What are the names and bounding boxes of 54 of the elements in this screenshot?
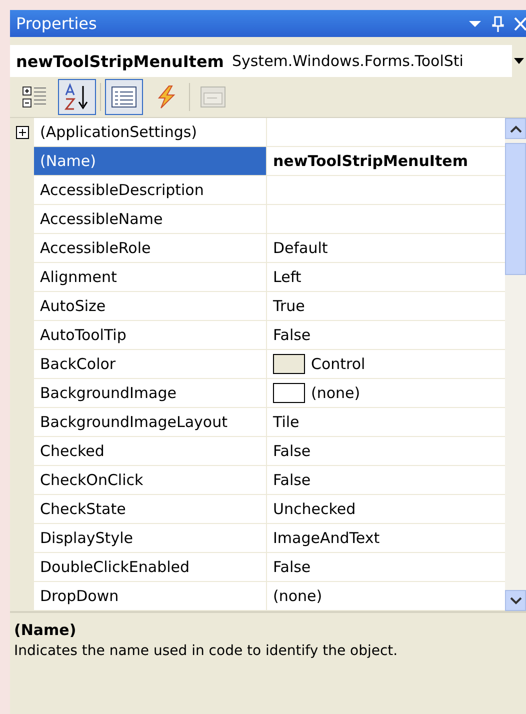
property-name[interactable]: CheckState xyxy=(34,495,267,524)
property-value[interactable]: False xyxy=(267,437,505,466)
property-name[interactable]: BackgroundImageLayout xyxy=(34,408,267,437)
property-value[interactable]: (none) xyxy=(267,582,505,611)
expand-icon[interactable] xyxy=(16,126,28,139)
property-value[interactable]: False xyxy=(267,321,505,350)
window-title: Properties xyxy=(16,14,98,33)
lightning-icon xyxy=(155,85,177,109)
pin-icon[interactable] xyxy=(492,16,504,32)
property-name[interactable]: AccessibleDescription xyxy=(34,176,267,205)
description-text: Indicates the name used in code to identify the object. xyxy=(14,643,399,659)
property-name[interactable]: AccessibleName xyxy=(34,205,267,234)
scroll-thumb[interactable] xyxy=(505,143,526,275)
categorized-icon xyxy=(22,84,48,110)
property-list-icon xyxy=(111,85,137,109)
property-name[interactable]: BackColor xyxy=(34,350,267,379)
property-value[interactable]: newToolStripMenuItem xyxy=(267,147,505,176)
property-name[interactable]: DisplayStyle xyxy=(34,524,267,553)
property-value[interactable]: Left xyxy=(267,263,505,292)
property-name[interactable]: DoubleClickEnabled xyxy=(34,553,267,582)
property-name[interactable]: CheckOnClick xyxy=(34,466,267,495)
toolbar-button[interactable] xyxy=(58,79,96,115)
object-type: System.Windows.Forms.ToolSti xyxy=(232,52,464,70)
property-name[interactable]: AccessibleRole xyxy=(34,234,267,263)
property-value[interactable]: True xyxy=(267,292,505,321)
property-name[interactable]: DropDown xyxy=(34,582,267,611)
object-name: newToolStripMenuItem xyxy=(16,52,224,70)
property-value[interactable]: False xyxy=(267,553,505,582)
chevron-down-icon[interactable] xyxy=(510,596,522,604)
description-title: (Name) xyxy=(14,621,78,639)
property-value[interactable]: Control xyxy=(267,350,505,379)
chevron-up-icon[interactable] xyxy=(510,124,522,132)
property-name[interactable]: Alignment xyxy=(34,263,267,292)
close-icon[interactable] xyxy=(514,16,526,30)
window-icon xyxy=(200,85,226,109)
property-name[interactable]: (Name) xyxy=(34,147,267,176)
object-selector[interactable]: newToolStripMenuItem System.Windows.Forms.ToolSti xyxy=(10,45,526,77)
property-value[interactable]: Default xyxy=(267,234,505,263)
property-value[interactable]: ImageAndText xyxy=(267,524,505,553)
value-text: (none) xyxy=(311,384,360,402)
dropdown-arrow-icon xyxy=(514,58,524,64)
property-value[interactable]: Unchecked xyxy=(267,495,505,524)
dropdown-icon[interactable] xyxy=(468,20,482,28)
value-text: Control xyxy=(311,355,366,373)
property-name[interactable]: AutoToolTip xyxy=(34,321,267,350)
scrollbar[interactable] xyxy=(505,118,526,611)
property-name[interactable]: Checked xyxy=(34,437,267,466)
property-value[interactable]: (none) xyxy=(267,379,505,408)
property-value[interactable]: Tile xyxy=(267,408,505,437)
property-name[interactable]: (ApplicationSettings) xyxy=(34,118,267,147)
property-name[interactable]: BackgroundImage xyxy=(34,379,267,408)
toolbar-button[interactable] xyxy=(105,79,143,115)
property-name[interactable]: AutoSize xyxy=(34,292,267,321)
property-value[interactable]: False xyxy=(267,466,505,495)
